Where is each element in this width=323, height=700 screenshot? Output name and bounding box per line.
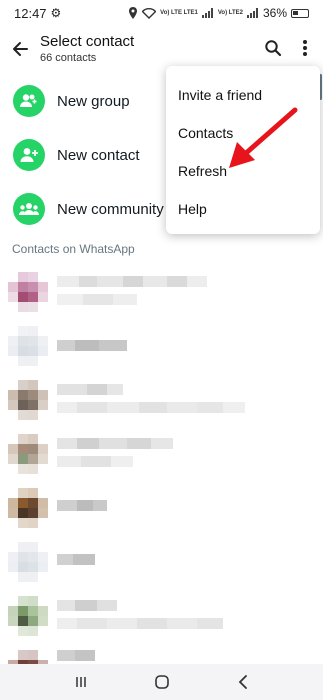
- home-icon[interactable]: [147, 667, 177, 697]
- list-item[interactable]: [0, 480, 323, 536]
- blurred-name: [57, 650, 95, 661]
- menu-item-help[interactable]: Help: [166, 190, 320, 228]
- back-nav-icon[interactable]: [228, 667, 258, 697]
- blurred-status: [57, 618, 223, 629]
- section-header: Contacts on WhatsApp: [12, 242, 135, 256]
- avatar: [8, 434, 48, 474]
- network-label-2: Vo) LTE2: [217, 10, 243, 16]
- settings-gear-icon: ⚙: [50, 6, 62, 20]
- list-item[interactable]: [0, 588, 323, 644]
- list-item[interactable]: [0, 534, 323, 590]
- avatar: [8, 380, 48, 420]
- battery-icon: [291, 8, 309, 18]
- title-block: Select contact 66 contacts: [40, 33, 134, 65]
- blurred-name: [57, 384, 123, 395]
- blurred-name: [57, 554, 95, 565]
- search-icon[interactable]: [259, 34, 287, 62]
- new-group-label: New group: [57, 92, 130, 110]
- blurred-name: [57, 500, 107, 511]
- status-indicators: Vo) LTE LTE1 Vo) LTE2 36%: [128, 6, 309, 20]
- system-nav-bar: [0, 664, 323, 700]
- list-item[interactable]: [0, 264, 323, 320]
- blurred-status: [57, 402, 245, 413]
- location-icon: [129, 7, 138, 19]
- list-item[interactable]: [0, 426, 323, 482]
- recents-icon[interactable]: [66, 667, 96, 697]
- signal-icon-2: [246, 8, 259, 18]
- avatar: [8, 326, 48, 366]
- avatar: [8, 488, 48, 528]
- wifi-icon: [142, 7, 157, 19]
- blurred-status: [57, 294, 137, 305]
- community-icon: [13, 193, 45, 225]
- network-label-1: Vo) LTE LTE1: [160, 10, 198, 16]
- avatar: [8, 596, 48, 636]
- blurred-name: [57, 438, 173, 449]
- list-item[interactable]: [0, 318, 323, 374]
- contact-count: 66 contacts: [40, 52, 97, 64]
- more-options-icon[interactable]: [293, 34, 317, 62]
- status-bar: 12:47 ⚙ Vo) LTE LTE1 Vo) LTE2 36%: [0, 0, 323, 26]
- new-contact-label: New contact: [57, 146, 140, 164]
- blurred-status: [57, 456, 133, 467]
- blurred-name: [57, 276, 207, 287]
- blurred-name: [57, 340, 127, 351]
- avatar: [8, 542, 48, 582]
- page-title: Select contact: [40, 33, 135, 50]
- blurred-name: [57, 600, 117, 611]
- status-time: 12:47: [14, 5, 47, 21]
- add-person-icon: [13, 139, 45, 171]
- signal-icon: [201, 8, 214, 18]
- new-community-label: New community: [57, 200, 164, 218]
- list-item[interactable]: [0, 372, 323, 428]
- battery-percent: 36%: [262, 6, 287, 20]
- back-arrow-icon[interactable]: [0, 29, 40, 69]
- add-group-icon: [13, 85, 45, 117]
- avatar: [8, 272, 48, 312]
- annotation-arrow-icon: [229, 107, 298, 168]
